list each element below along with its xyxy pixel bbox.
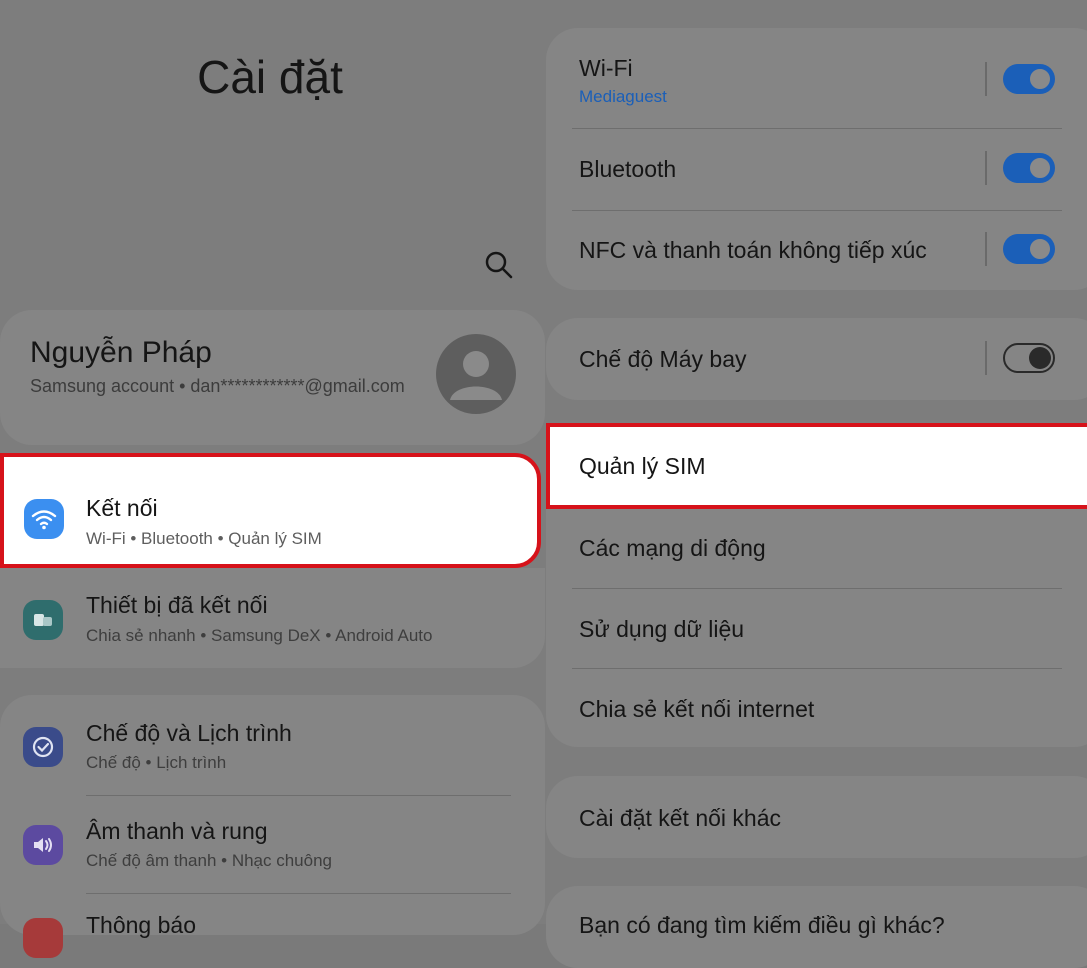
separator — [985, 341, 987, 375]
page-title: Cài đặt — [197, 51, 343, 103]
divider — [86, 795, 511, 796]
bluetooth-label[interactable]: Bluetooth — [579, 156, 676, 183]
wifi-toggle[interactable] — [1003, 64, 1055, 94]
devices-icon — [23, 600, 63, 640]
user-icon — [450, 351, 502, 400]
data-usage-item[interactable]: Sử dụng dữ liệu — [579, 616, 744, 643]
sim-manager-item[interactable]: Quản lý SIM — [546, 423, 1087, 509]
divider — [572, 668, 1062, 669]
avatar[interactable] — [436, 334, 516, 414]
airplane-toggle[interactable] — [1003, 343, 1055, 373]
notification-icon — [23, 918, 63, 958]
nfc-label[interactable]: NFC và thanh toán không tiếp xúc — [579, 237, 927, 264]
notification-title[interactable]: Thông báo — [86, 912, 196, 939]
connections-title: Kết nối — [86, 495, 158, 521]
connected-devices-subtitle: Chia sẻ nhanh • Samsung DeX • Android Au… — [86, 626, 433, 645]
wifi-label[interactable]: Wi-Fi — [579, 55, 633, 82]
sound-icon — [23, 825, 63, 865]
connected-devices-card — [0, 568, 545, 668]
divider — [572, 588, 1062, 589]
airplane-label[interactable]: Chế độ Máy bay — [579, 346, 746, 373]
profile-account: Samsung account • dan************@gmail.… — [30, 376, 405, 396]
sim-manager-label: Quản lý SIM — [579, 453, 706, 479]
wifi-network: Mediaguest — [579, 87, 667, 106]
suggestions-title: Bạn có đang tìm kiếm điều gì khác? — [579, 912, 945, 938]
mobile-networks-item[interactable]: Các mạng di động — [579, 535, 766, 562]
hotspot-item[interactable]: Chia sẻ kết nối internet — [579, 696, 814, 723]
separator — [985, 232, 987, 266]
separator — [985, 62, 987, 96]
more-settings-item[interactable]: Cài đặt kết nối khác — [579, 805, 781, 832]
search-icon[interactable] — [484, 250, 514, 280]
bluetooth-toggle[interactable] — [1003, 153, 1055, 183]
modes-subtitle: Chế độ • Lịch trình — [86, 753, 227, 772]
separator — [985, 151, 987, 185]
connections-item[interactable]: Kết nối Wi-Fi • Bluetooth • Quản lý SIM — [0, 453, 541, 568]
sound-subtitle: Chế độ âm thanh • Nhạc chuông — [86, 851, 333, 870]
nfc-toggle[interactable] — [1003, 234, 1055, 264]
wifi-icon — [24, 499, 64, 539]
modes-icon — [23, 727, 63, 767]
connections-subtitle: Wi-Fi • Bluetooth • Quản lý SIM — [86, 529, 322, 548]
divider — [572, 210, 1062, 211]
divider — [86, 893, 511, 894]
profile-name: Nguyễn Pháp — [30, 336, 212, 369]
modes-title[interactable]: Chế độ và Lịch trình — [86, 720, 292, 747]
sound-title[interactable]: Âm thanh và rung — [86, 818, 268, 845]
connected-devices-title[interactable]: Thiết bị đã kết nối — [86, 592, 268, 619]
divider — [572, 128, 1062, 129]
